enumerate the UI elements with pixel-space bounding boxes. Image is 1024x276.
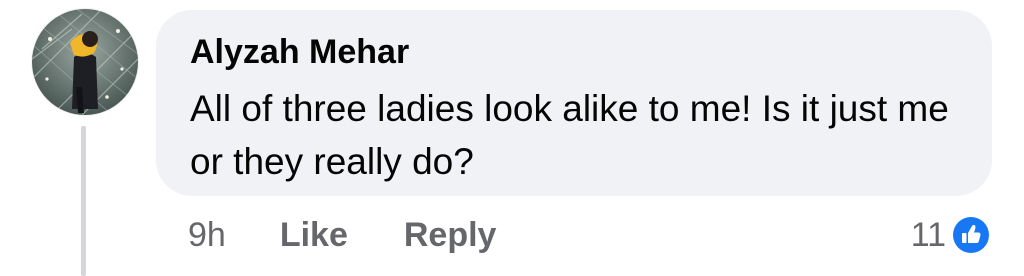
avatar[interactable] bbox=[32, 9, 138, 115]
avatar-photo bbox=[32, 9, 138, 115]
reaction-count: 11 bbox=[910, 215, 946, 254]
reply-button[interactable]: Reply bbox=[404, 216, 497, 255]
like-button[interactable]: Like bbox=[280, 216, 348, 255]
comment-bubble: Alyzah Mehar All of three ladies look al… bbox=[156, 10, 992, 196]
comment-actions: 9h Like Reply bbox=[188, 212, 496, 258]
comment-timestamp[interactable]: 9h bbox=[188, 216, 226, 255]
thumbs-up-icon bbox=[950, 214, 992, 256]
reaction-summary[interactable]: 11 bbox=[911, 212, 992, 258]
thread-line bbox=[81, 126, 86, 276]
comment-text: All of three ladies look alike to me! Is… bbox=[190, 88, 949, 182]
comment-author[interactable]: Alyzah Mehar bbox=[190, 32, 958, 72]
